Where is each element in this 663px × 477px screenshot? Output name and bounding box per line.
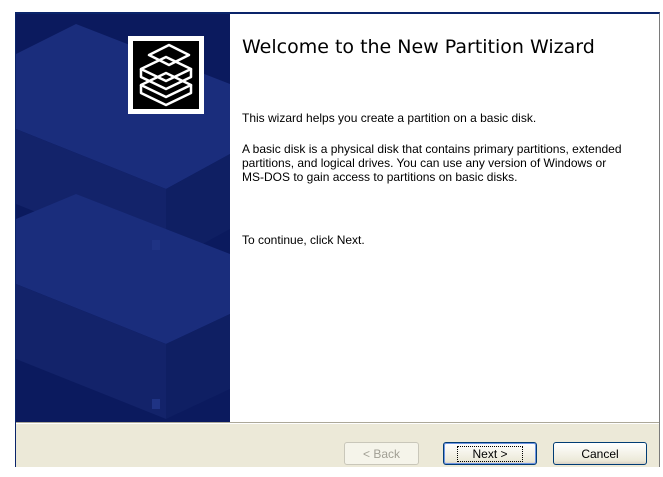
basic-disk-description: A basic disk is a physical disk that con… (242, 142, 622, 184)
wizard-intro-text: This wizard helps you create a partition… (242, 111, 537, 125)
wizard-title: Welcome to the New Partition Wizard (242, 36, 595, 58)
stacked-disks-icon (133, 41, 199, 109)
continue-instruction: To continue, click Next. (242, 233, 365, 247)
new-partition-wizard-dialog: Welcome to the New Partition Wizard This… (15, 12, 660, 467)
wizard-content-panel: Welcome to the New Partition Wizard This… (230, 14, 659, 422)
next-button-label: Next > (457, 445, 523, 462)
screen: Welcome to the New Partition Wizard This… (0, 0, 663, 477)
wizard-side-panel (16, 14, 230, 422)
cancel-button[interactable]: Cancel (553, 442, 647, 465)
desktop-strip (0, 0, 663, 12)
wizard-logo (128, 36, 204, 114)
next-button[interactable]: Next > (443, 442, 537, 465)
dialog-bottom-edge (15, 467, 660, 477)
button-area-divider (16, 422, 659, 424)
cancel-button-label: Cancel (581, 446, 619, 461)
back-button-label: < Back (362, 446, 401, 461)
back-button[interactable]: < Back (344, 442, 419, 465)
